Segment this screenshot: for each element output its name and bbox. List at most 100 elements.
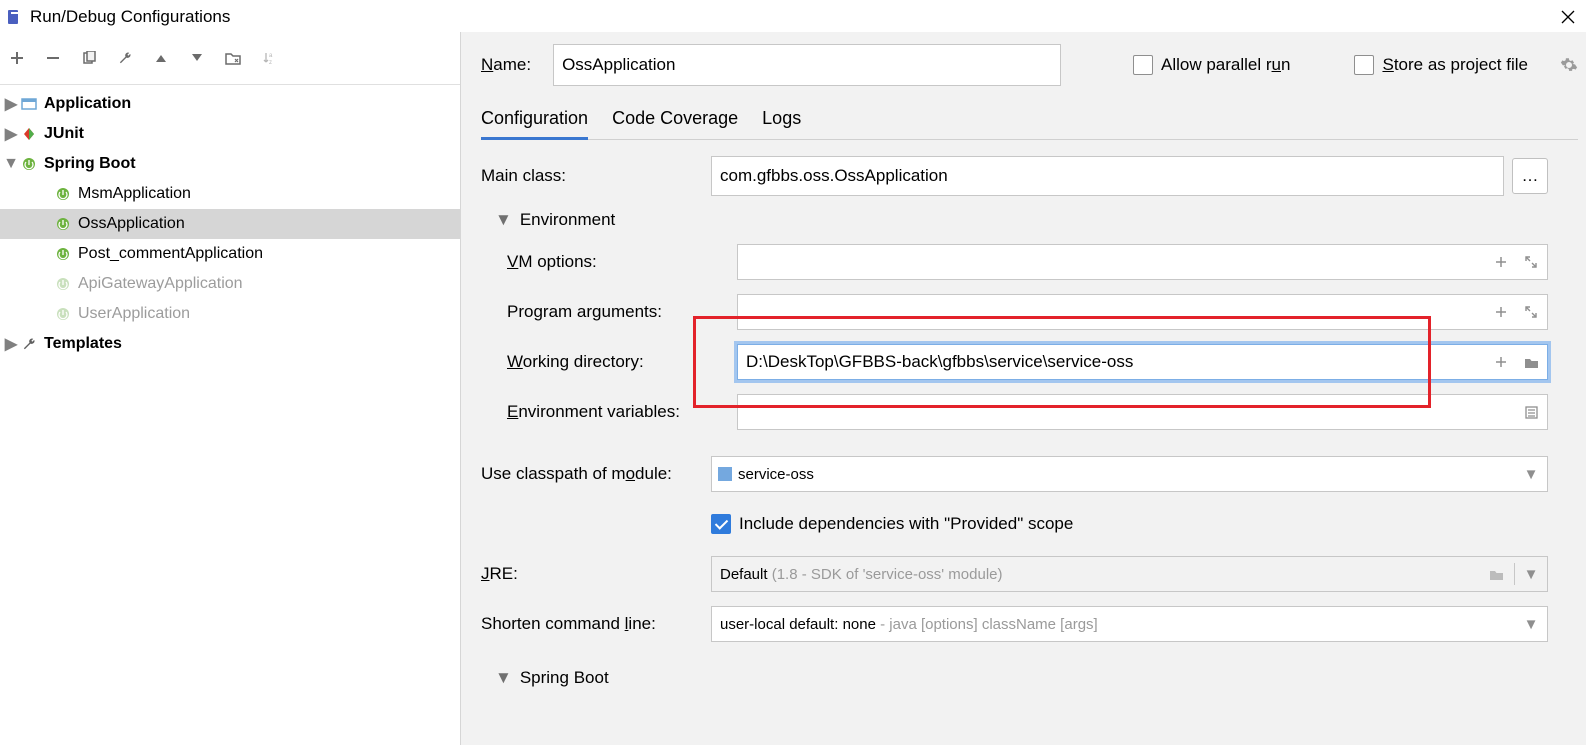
jre-value: Default [720,566,772,583]
program-args-label: Program arguments: [481,302,737,322]
gear-icon[interactable] [1560,56,1578,74]
move-up-icon[interactable] [152,49,170,67]
spring-boot-icon [54,275,72,293]
name-label: Name: [481,55,531,75]
jre-hint: (1.8 - SDK of 'service-oss' module) [772,566,1003,583]
titlebar: Run/Debug Configurations [0,0,1586,32]
tab-configuration[interactable]: Configuration [481,104,588,140]
working-dir-input[interactable] [738,343,1487,381]
remove-icon[interactable] [44,49,62,67]
folder-icon[interactable] [1484,562,1508,586]
svg-text:a: a [269,53,273,59]
tree-item-post-comment[interactable]: Post_commentApplication [0,239,460,269]
spring-boot-icon [54,305,72,323]
name-input[interactable] [553,44,1061,86]
main-class-label: Main class: [481,166,711,186]
vm-options-input[interactable] [738,243,1487,281]
include-provided-checkbox[interactable]: Include dependencies with "Provided" sco… [711,514,1073,534]
expand-icon[interactable] [1519,300,1543,324]
spring-boot-icon [54,185,72,203]
spring-boot-icon [54,245,72,263]
tree-label: ApiGatewayApplication [78,275,243,293]
tree-label: MsmApplication [78,185,191,203]
sort-icon[interactable]: az [260,49,278,67]
allow-parallel-checkbox[interactable]: Allow parallel run [1133,55,1290,75]
section-label: Spring Boot [520,668,609,688]
application-icon [20,95,38,113]
tree-node-templates[interactable]: ▶ Templates [0,329,460,359]
list-icon[interactable] [1519,400,1543,424]
checkbox-label: Allow parallel run [1161,55,1290,75]
tree-label: Post_commentApplication [78,245,263,263]
plus-icon[interactable] [1489,300,1513,324]
shorten-label: Shorten command line: [481,614,711,634]
move-down-icon[interactable] [188,49,206,67]
shorten-hint: - java [options] className [args] [880,616,1098,633]
classpath-value: service-oss [738,466,814,483]
tree-item-api-gateway[interactable]: ApiGatewayApplication [0,269,460,299]
section-label: Environment [520,210,615,230]
wrench-icon [20,335,38,353]
tree-label: Application [44,95,131,113]
env-vars-label: Environment variables: [481,402,737,422]
tree-item-user[interactable]: UserApplication [0,299,460,329]
chevron-down-icon[interactable]: ▼ [1519,562,1543,586]
checkbox-checked-icon [711,514,731,534]
chevron-down-icon: ▼ [1519,462,1543,486]
tree-label: JUnit [44,125,84,143]
classpath-select[interactable]: service-oss ▼ [711,456,1548,492]
checkbox-icon [1354,55,1374,75]
app-icon [6,9,22,25]
left-panel: az ▶ Application ▶ JUnit ▼ Spring Boot [0,32,461,745]
form-body: Main class: … ▼ Environment VM options: [481,140,1578,745]
tab-bar: Configuration Code Coverage Logs [481,104,1578,140]
junit-icon [20,125,38,143]
tree-node-application[interactable]: ▶ Application [0,89,460,119]
tree-label: Templates [44,335,122,353]
save-folder-icon[interactable] [224,49,242,67]
tree-label: OssApplication [78,215,185,233]
vm-options-input-wrap [737,244,1548,280]
config-tree[interactable]: ▶ Application ▶ JUnit ▼ Spring Boot MsmA… [0,85,460,745]
spring-boot-icon [20,155,38,173]
spring-boot-section-toggle[interactable]: ▼ Spring Boot [495,668,1548,688]
shorten-select[interactable]: user-local default: none - java [options… [711,606,1548,642]
chevron-right-icon: ▶ [4,124,18,144]
program-args-input-wrap [737,294,1548,330]
add-icon[interactable] [8,49,26,67]
plus-icon[interactable] [1489,250,1513,274]
copy-icon[interactable] [80,49,98,67]
wrench-icon[interactable] [116,49,134,67]
tab-code-coverage[interactable]: Code Coverage [612,104,738,139]
working-dir-label: Working directory: [481,352,737,372]
environment-section-toggle[interactable]: ▼ Environment [495,210,1548,230]
chevron-right-icon: ▶ [4,334,18,354]
folder-icon[interactable] [1519,350,1543,374]
tree-item-oss[interactable]: OssApplication [0,209,460,239]
tree-node-spring-boot[interactable]: ▼ Spring Boot [0,149,460,179]
checkbox-label: Store as project file [1382,55,1528,75]
jre-label: JRE: [481,564,711,584]
tree-toolbar: az [0,32,460,85]
classpath-label: Use classpath of module: [481,464,711,484]
jre-select[interactable]: Default (1.8 - SDK of 'service-oss' modu… [711,556,1548,592]
plus-icon[interactable] [1489,350,1513,374]
tab-logs[interactable]: Logs [762,104,801,139]
close-icon[interactable] [1558,7,1578,27]
checkbox-label: Include dependencies with "Provided" sco… [739,514,1073,534]
expand-icon[interactable] [1519,250,1543,274]
main-class-input[interactable] [711,156,1504,196]
config-panel: Name: Allow parallel run Store as projec… [461,32,1586,745]
program-args-input[interactable] [738,293,1487,331]
chevron-down-icon: ▼ [4,155,18,173]
chevron-right-icon: ▶ [4,94,18,114]
env-vars-input-wrap [737,394,1548,430]
working-dir-input-wrap [737,344,1548,380]
browse-button[interactable]: … [1512,158,1548,194]
tree-label: UserApplication [78,305,190,323]
tree-node-junit[interactable]: ▶ JUnit [0,119,460,149]
env-vars-input[interactable] [738,393,1517,431]
tree-item-msm[interactable]: MsmApplication [0,179,460,209]
store-project-checkbox[interactable]: Store as project file [1354,55,1528,75]
tree-label: Spring Boot [44,155,136,173]
